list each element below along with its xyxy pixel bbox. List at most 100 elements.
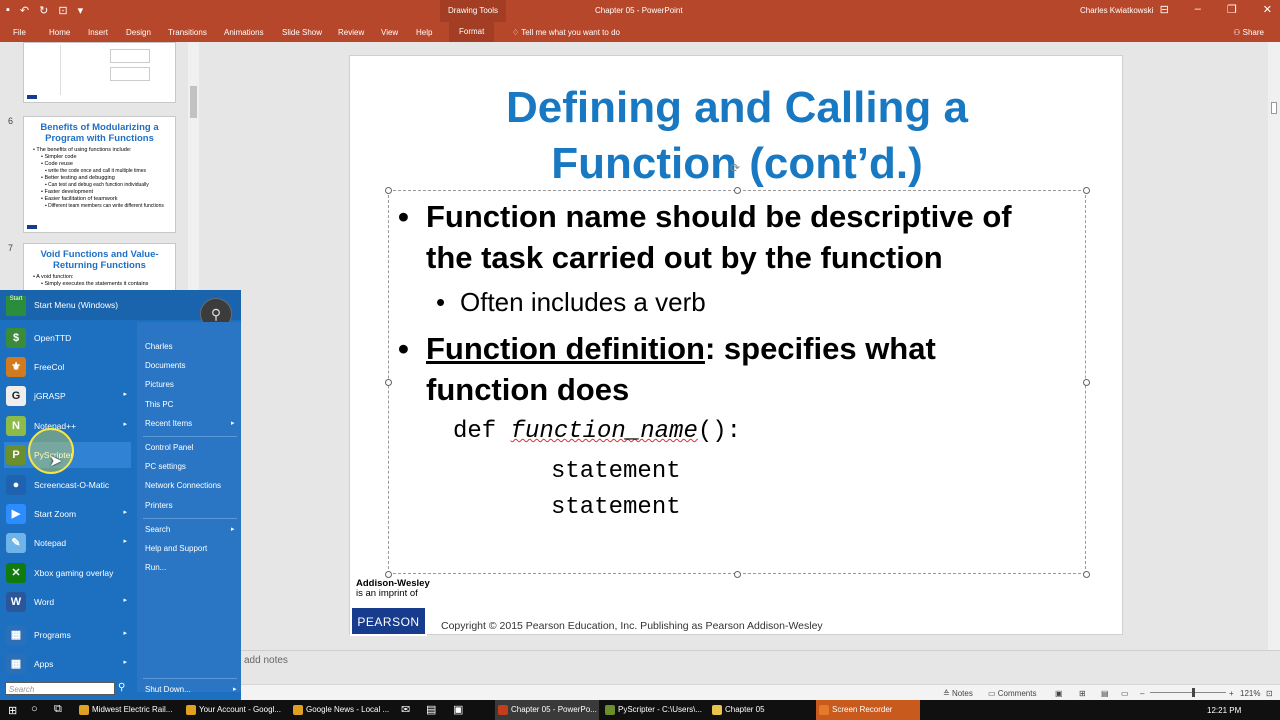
thumbnail-bullet: • Simply executes the statements it cont… xyxy=(41,281,149,287)
resize-handle[interactable] xyxy=(734,187,741,194)
start-place-help-and-support[interactable]: Help and Support xyxy=(145,544,207,553)
tab-format[interactable]: Format xyxy=(449,22,495,42)
tab-animations[interactable]: Animations xyxy=(224,28,264,37)
start-app-xbox-gaming-overlay[interactable]: ✕ Xbox gaming overlay xyxy=(4,560,131,586)
slide-thumbnail-5[interactable] xyxy=(23,42,176,103)
chevron-right-icon[interactable]: ▸ xyxy=(123,658,127,666)
present-icon[interactable]: ⊡ xyxy=(58,4,67,17)
minimize-icon[interactable]: – xyxy=(1195,3,1201,16)
undo-icon[interactable]: ↶ xyxy=(20,4,29,17)
resize-handle[interactable] xyxy=(385,187,392,194)
reading-view-icon[interactable]: ▤ xyxy=(1101,689,1109,698)
zoom-in-icon[interactable]: + xyxy=(1229,689,1234,698)
start-place-recent-items[interactable]: Recent Items ▸ xyxy=(145,419,235,428)
comments-button[interactable]: ▭ Comments xyxy=(988,689,1036,698)
zoom-out-icon[interactable]: – xyxy=(1140,689,1144,698)
tab-review[interactable]: Review xyxy=(338,28,364,37)
tell-me-box[interactable]: ♢ Tell me what you want to do xyxy=(512,28,620,37)
tab-slide-show[interactable]: Slide Show xyxy=(282,28,322,37)
resize-handle[interactable] xyxy=(734,571,741,578)
start-search-input[interactable]: Search xyxy=(5,682,115,695)
tab-view[interactable]: View xyxy=(381,28,398,37)
tab-insert[interactable]: Insert xyxy=(88,28,108,37)
tab-file[interactable]: File xyxy=(13,28,26,37)
tab-help[interactable]: Help xyxy=(416,28,432,37)
zoom-level[interactable]: 121% xyxy=(1240,689,1260,698)
start-place-search[interactable]: Search ▸ xyxy=(145,525,235,534)
shutdown-button[interactable]: Shut Down... ▸ xyxy=(145,685,237,694)
tab-home[interactable]: Home xyxy=(49,28,70,37)
start-place-pictures[interactable]: Pictures xyxy=(145,380,174,389)
tab-transitions[interactable]: Transitions xyxy=(168,28,207,37)
taskbar-item[interactable]: Screen Recorder xyxy=(816,700,920,720)
file-explorer-icon[interactable]: ▤ xyxy=(426,703,436,716)
start-place-printers[interactable]: Printers xyxy=(145,501,173,510)
slide-title[interactable]: Defining and Calling a Function (cont’d.… xyxy=(350,80,1124,192)
cortana-icon[interactable]: ○ xyxy=(31,703,38,715)
resize-handle[interactable] xyxy=(1083,571,1090,578)
windows-start-icon[interactable]: ⊞ xyxy=(8,704,17,717)
share-button[interactable]: ⚇ Share xyxy=(1233,28,1264,37)
slide-sorter-icon[interactable]: ⊞ xyxy=(1079,689,1086,698)
start-app-start-zoom[interactable]: ▶ Start Zoom ▸ xyxy=(4,501,131,527)
resize-handle[interactable] xyxy=(385,379,392,386)
tab-design[interactable]: Design xyxy=(126,28,151,37)
start-place-run-[interactable]: Run... xyxy=(145,563,166,572)
taskbar-item[interactable]: Chapter 05 - PowerPo... xyxy=(495,700,599,720)
start-place-this-pc[interactable]: This PC xyxy=(145,400,173,409)
start-app-word[interactable]: W Word ▸ xyxy=(4,589,131,615)
start-app-apps[interactable]: ▦ Apps ▸ xyxy=(4,651,131,677)
slideshow-view-icon[interactable]: ▭ xyxy=(1121,689,1129,698)
chevron-right-icon[interactable]: ▸ xyxy=(123,629,127,637)
slide-scrollbar[interactable] xyxy=(1268,42,1280,650)
chevron-right-icon[interactable]: ▸ xyxy=(123,596,127,604)
start-place-documents[interactable]: Documents xyxy=(145,361,185,370)
start-place-network-connections[interactable]: Network Connections xyxy=(145,481,221,490)
rotate-handle-icon[interactable]: ⟳ xyxy=(730,161,742,175)
redo-icon[interactable]: ↻ xyxy=(39,4,48,17)
user-name[interactable]: Charles Kwiatkowski xyxy=(1080,6,1153,15)
scrollbar-thumb[interactable] xyxy=(190,86,197,118)
chevron-right-icon[interactable]: ▸ xyxy=(233,685,237,693)
zoom-slider-knob[interactable] xyxy=(1191,688,1195,697)
taskbar-item[interactable]: Midwest Electric Rail... xyxy=(76,700,180,720)
start-app-notepad[interactable]: ✎ Notepad ▸ xyxy=(4,530,131,556)
powerpoint-taskbar-icon[interactable]: ▣ xyxy=(453,703,463,716)
start-app-jgrasp[interactable]: GjGRASP ▸ xyxy=(4,383,131,409)
save-icon[interactable]: ▪ xyxy=(6,4,10,17)
fit-slide-icon[interactable]: ⊡ xyxy=(1266,689,1273,698)
restore-icon[interactable]: ❐ xyxy=(1227,3,1237,16)
slide-canvas[interactable]: Defining and Calling a Function (cont’d.… xyxy=(349,55,1124,636)
start-app-programs[interactable]: ▦ Programs ▸ xyxy=(4,622,131,648)
start-place-control-panel[interactable]: Control Panel xyxy=(145,443,193,452)
start-app-screencast-o-matic[interactable]: ● Screencast-O-Matic xyxy=(4,472,131,498)
chevron-right-icon[interactable]: ▸ xyxy=(123,390,127,398)
chevron-right-icon[interactable]: ▸ xyxy=(231,419,235,427)
start-place-charles[interactable]: Charles xyxy=(145,342,173,351)
resize-handle[interactable] xyxy=(1083,187,1090,194)
chevron-right-icon[interactable]: ▸ xyxy=(123,508,127,516)
customize-icon[interactable]: ▾ xyxy=(78,4,84,17)
taskbar-item[interactable]: Your Account - Googl... xyxy=(183,700,287,720)
start-app-freecol[interactable]: ⚜ FreeCol xyxy=(4,354,131,380)
mail-icon[interactable]: ✉ xyxy=(401,703,410,716)
taskbar-item[interactable]: Google News - Local ... xyxy=(290,700,394,720)
notes-button[interactable]: ≙ Notes xyxy=(943,689,973,698)
chevron-right-icon[interactable]: ▸ xyxy=(231,525,235,533)
chevron-right-icon[interactable]: ▸ xyxy=(123,420,127,428)
start-place-pc-settings[interactable]: PC settings xyxy=(145,462,186,471)
notes-pane[interactable]: add notes xyxy=(202,650,1280,684)
taskbar-item[interactable]: PyScripter - C:\Users\... xyxy=(602,700,706,720)
ribbon-options-icon[interactable]: ⊟ xyxy=(1160,3,1169,16)
task-view-icon[interactable]: ⧉ xyxy=(54,703,62,716)
close-icon[interactable]: ✕ xyxy=(1263,3,1272,16)
start-app-openttd[interactable]: $ OpenTTD xyxy=(4,325,131,351)
resize-handle[interactable] xyxy=(385,571,392,578)
zoom-slider[interactable] xyxy=(1150,688,1226,697)
scrollbar-thumb[interactable] xyxy=(1271,102,1277,114)
chevron-right-icon[interactable]: ▸ xyxy=(123,537,127,545)
slide-thumbnail-6[interactable]: Benefits of Modularizing a Program with … xyxy=(23,116,176,233)
search-icon[interactable]: ⚲ xyxy=(118,682,125,693)
taskbar-item[interactable]: Chapter 05 xyxy=(709,700,813,720)
normal-view-icon[interactable]: ▣ xyxy=(1055,689,1063,698)
